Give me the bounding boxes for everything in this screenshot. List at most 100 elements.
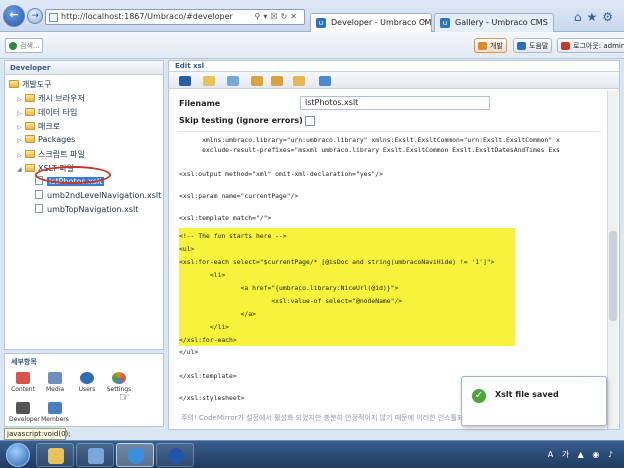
insert-link-icon[interactable] xyxy=(319,76,331,86)
folder-icon xyxy=(25,94,35,102)
tab-label: Gallery - Umbraco CMS xyxy=(455,18,548,27)
tree-item-dev-tools[interactable]: 개발도구 xyxy=(9,79,51,91)
members-icon xyxy=(48,402,62,414)
checkmark-icon: ✓ xyxy=(472,389,486,403)
section-media[interactable]: Media xyxy=(41,372,69,393)
editor-toolbar xyxy=(169,71,619,89)
filename-label: Filename xyxy=(179,99,221,108)
code-line: <a href="{umbraco.library:NiceUrl(@id)}"… xyxy=(179,284,399,292)
folder-icon xyxy=(25,150,35,158)
tree-item-packages[interactable]: ▷ Packages xyxy=(17,135,75,147)
address-actions-icon[interactable]: ⚲▾☒↻✕ xyxy=(255,12,300,21)
users-icon xyxy=(80,372,94,384)
section-members[interactable]: Members xyxy=(41,402,69,423)
mouse-cursor-icon: ☞ xyxy=(119,390,130,404)
code-line: </xsl:stylesheet> xyxy=(179,394,245,402)
folder-icon xyxy=(25,122,35,130)
logout-label: 로그아웃: admin xyxy=(573,42,624,50)
media-icon xyxy=(48,372,62,384)
browser-toolbar-icons[interactable]: ⌂★⚙ xyxy=(574,10,618,24)
tab-label: Developer - Umbraco CMS xyxy=(331,18,432,27)
status-url: javascript:void(0); xyxy=(4,428,71,440)
app-task[interactable] xyxy=(156,443,194,467)
tree-item-umb2ndlevelnavigation[interactable]: umb2ndLevelNavigation.xslt xyxy=(35,190,161,202)
insert-icon[interactable] xyxy=(203,76,215,86)
help-label: 도움말 xyxy=(529,42,549,50)
save-notification: ✓ Xslt file saved xyxy=(461,376,607,426)
annotation-circle xyxy=(35,166,111,184)
section-users[interactable]: Users xyxy=(73,372,101,393)
code-line: <xsl:param name="currentPage"/> xyxy=(179,192,299,200)
search-placeholder: 검색... xyxy=(20,42,40,50)
code-line: <ul> xyxy=(179,245,195,253)
folder-icon xyxy=(48,448,64,464)
section-content[interactable]: Content xyxy=(9,372,37,393)
code-line: exclude-result-prefixes="msxml umbraco.l… xyxy=(179,146,560,154)
browser-tab-developer[interactable]: u Developer - Umbraco CMS × xyxy=(310,13,432,32)
page-icon xyxy=(49,13,58,22)
expand-arrow-icon[interactable]: ▷ xyxy=(17,96,25,103)
system-tray-icons[interactable]: A 가 ▲ ◉ ♪ xyxy=(548,449,616,460)
code-line: <!-- The fun starts here --> xyxy=(179,232,287,240)
code-line: <xsl:value-of select="@nodeName"/> xyxy=(179,297,403,305)
section-developer[interactable]: Developer xyxy=(9,402,40,423)
filename-input[interactable]: lstPhotos.xslt xyxy=(300,96,490,110)
tree-item-cache-browser[interactable]: ▷ 캐시 브라우저 xyxy=(17,93,85,105)
code-line: <xsl:template match="/"> xyxy=(179,214,272,222)
help-button[interactable]: 도움말 xyxy=(513,38,553,53)
scrollbar-thumb[interactable] xyxy=(609,231,617,321)
windows-taskbar: A 가 ▲ ◉ ♪ xyxy=(0,440,624,468)
back-arrow-icon[interactable]: ← xyxy=(3,5,25,27)
code-line: <xsl:for-each select="$currentPage/* [@i… xyxy=(179,258,495,266)
search-icon xyxy=(9,42,17,50)
collapse-arrow-icon[interactable]: ◢ xyxy=(17,166,25,173)
folder-icon xyxy=(9,80,19,88)
skip-testing-label: Skip testing (ignore errors) xyxy=(179,116,303,125)
address-url[interactable]: http://localhost:1867/Umbraco/#developer xyxy=(61,12,233,21)
remote-task[interactable] xyxy=(76,443,114,467)
expand-arrow-icon[interactable]: ▷ xyxy=(17,152,25,159)
xslt-file-icon xyxy=(35,190,43,199)
explorer-task[interactable] xyxy=(36,443,74,467)
developer-icon xyxy=(16,402,30,414)
code-line: </xsl:template> xyxy=(179,372,237,380)
tree-item-scripts[interactable]: ▷ 스크립트 파일 xyxy=(17,149,85,161)
folder-icon xyxy=(25,164,35,172)
insert-value-icon[interactable] xyxy=(227,76,239,86)
notification-message: Xslt file saved xyxy=(495,390,559,399)
code-line: </ul> xyxy=(179,348,199,356)
develop-label: 개발 xyxy=(490,42,503,50)
edit-xsl-panel: Edit xsl Filename lstPhotos.xslt Skip te… xyxy=(168,60,620,430)
folder-icon xyxy=(25,108,35,116)
code-line: <li> xyxy=(179,271,226,279)
start-button-icon[interactable] xyxy=(6,443,30,467)
code-line: </a> xyxy=(179,310,256,318)
help-icon xyxy=(517,42,526,50)
search-input[interactable]: 검색... xyxy=(5,38,43,53)
skip-testing-checkbox[interactable] xyxy=(305,116,315,126)
editor-scrollbar[interactable] xyxy=(607,91,618,429)
network-icon xyxy=(88,448,104,464)
ie-task[interactable] xyxy=(116,443,154,467)
expand-arrow-icon[interactable]: ▷ xyxy=(17,110,25,117)
browser-tab-gallery[interactable]: u Gallery - Umbraco CMS xyxy=(434,13,554,32)
umbraco-topbar: 검색... 개발 도움말 로그아웃: admin xyxy=(0,32,624,59)
insert-macro-icon[interactable] xyxy=(251,76,263,86)
tree-item-data-types[interactable]: ▷ 데이터 타입 xyxy=(17,107,77,119)
forward-arrow-icon[interactable]: → xyxy=(27,8,43,24)
code-line: xmlns:umbraco.library="urn:umbraco.libra… xyxy=(179,136,560,144)
tree-item-macros[interactable]: ▷ 매크로 xyxy=(17,121,60,133)
close-tab-icon[interactable]: × xyxy=(421,17,428,26)
app-icon xyxy=(168,448,184,464)
code-line: <xsl:output method="xml" omit-xml-declar… xyxy=(179,170,383,178)
save-icon[interactable] xyxy=(179,76,191,86)
address-bar[interactable]: http://localhost:1867/Umbraco/#developer… xyxy=(45,9,305,25)
insert-template-icon[interactable] xyxy=(293,76,305,86)
expand-arrow-icon[interactable]: ▷ xyxy=(17,124,25,131)
developer-tree-panel: Developer 개발도구 ▷ 캐시 브라우저 ▷ 데이터 타입 ▷ 매크로 ▷ Pa… xyxy=(4,60,164,350)
expand-arrow-icon[interactable]: ▷ xyxy=(17,137,25,144)
insert-field-icon[interactable] xyxy=(271,76,283,86)
tree-item-umbtopnavigation[interactable]: umbTopNavigation.xslt xyxy=(35,204,138,216)
logout-button[interactable]: 로그아웃: admin xyxy=(557,38,624,53)
develop-button[interactable]: 개발 xyxy=(474,38,507,53)
